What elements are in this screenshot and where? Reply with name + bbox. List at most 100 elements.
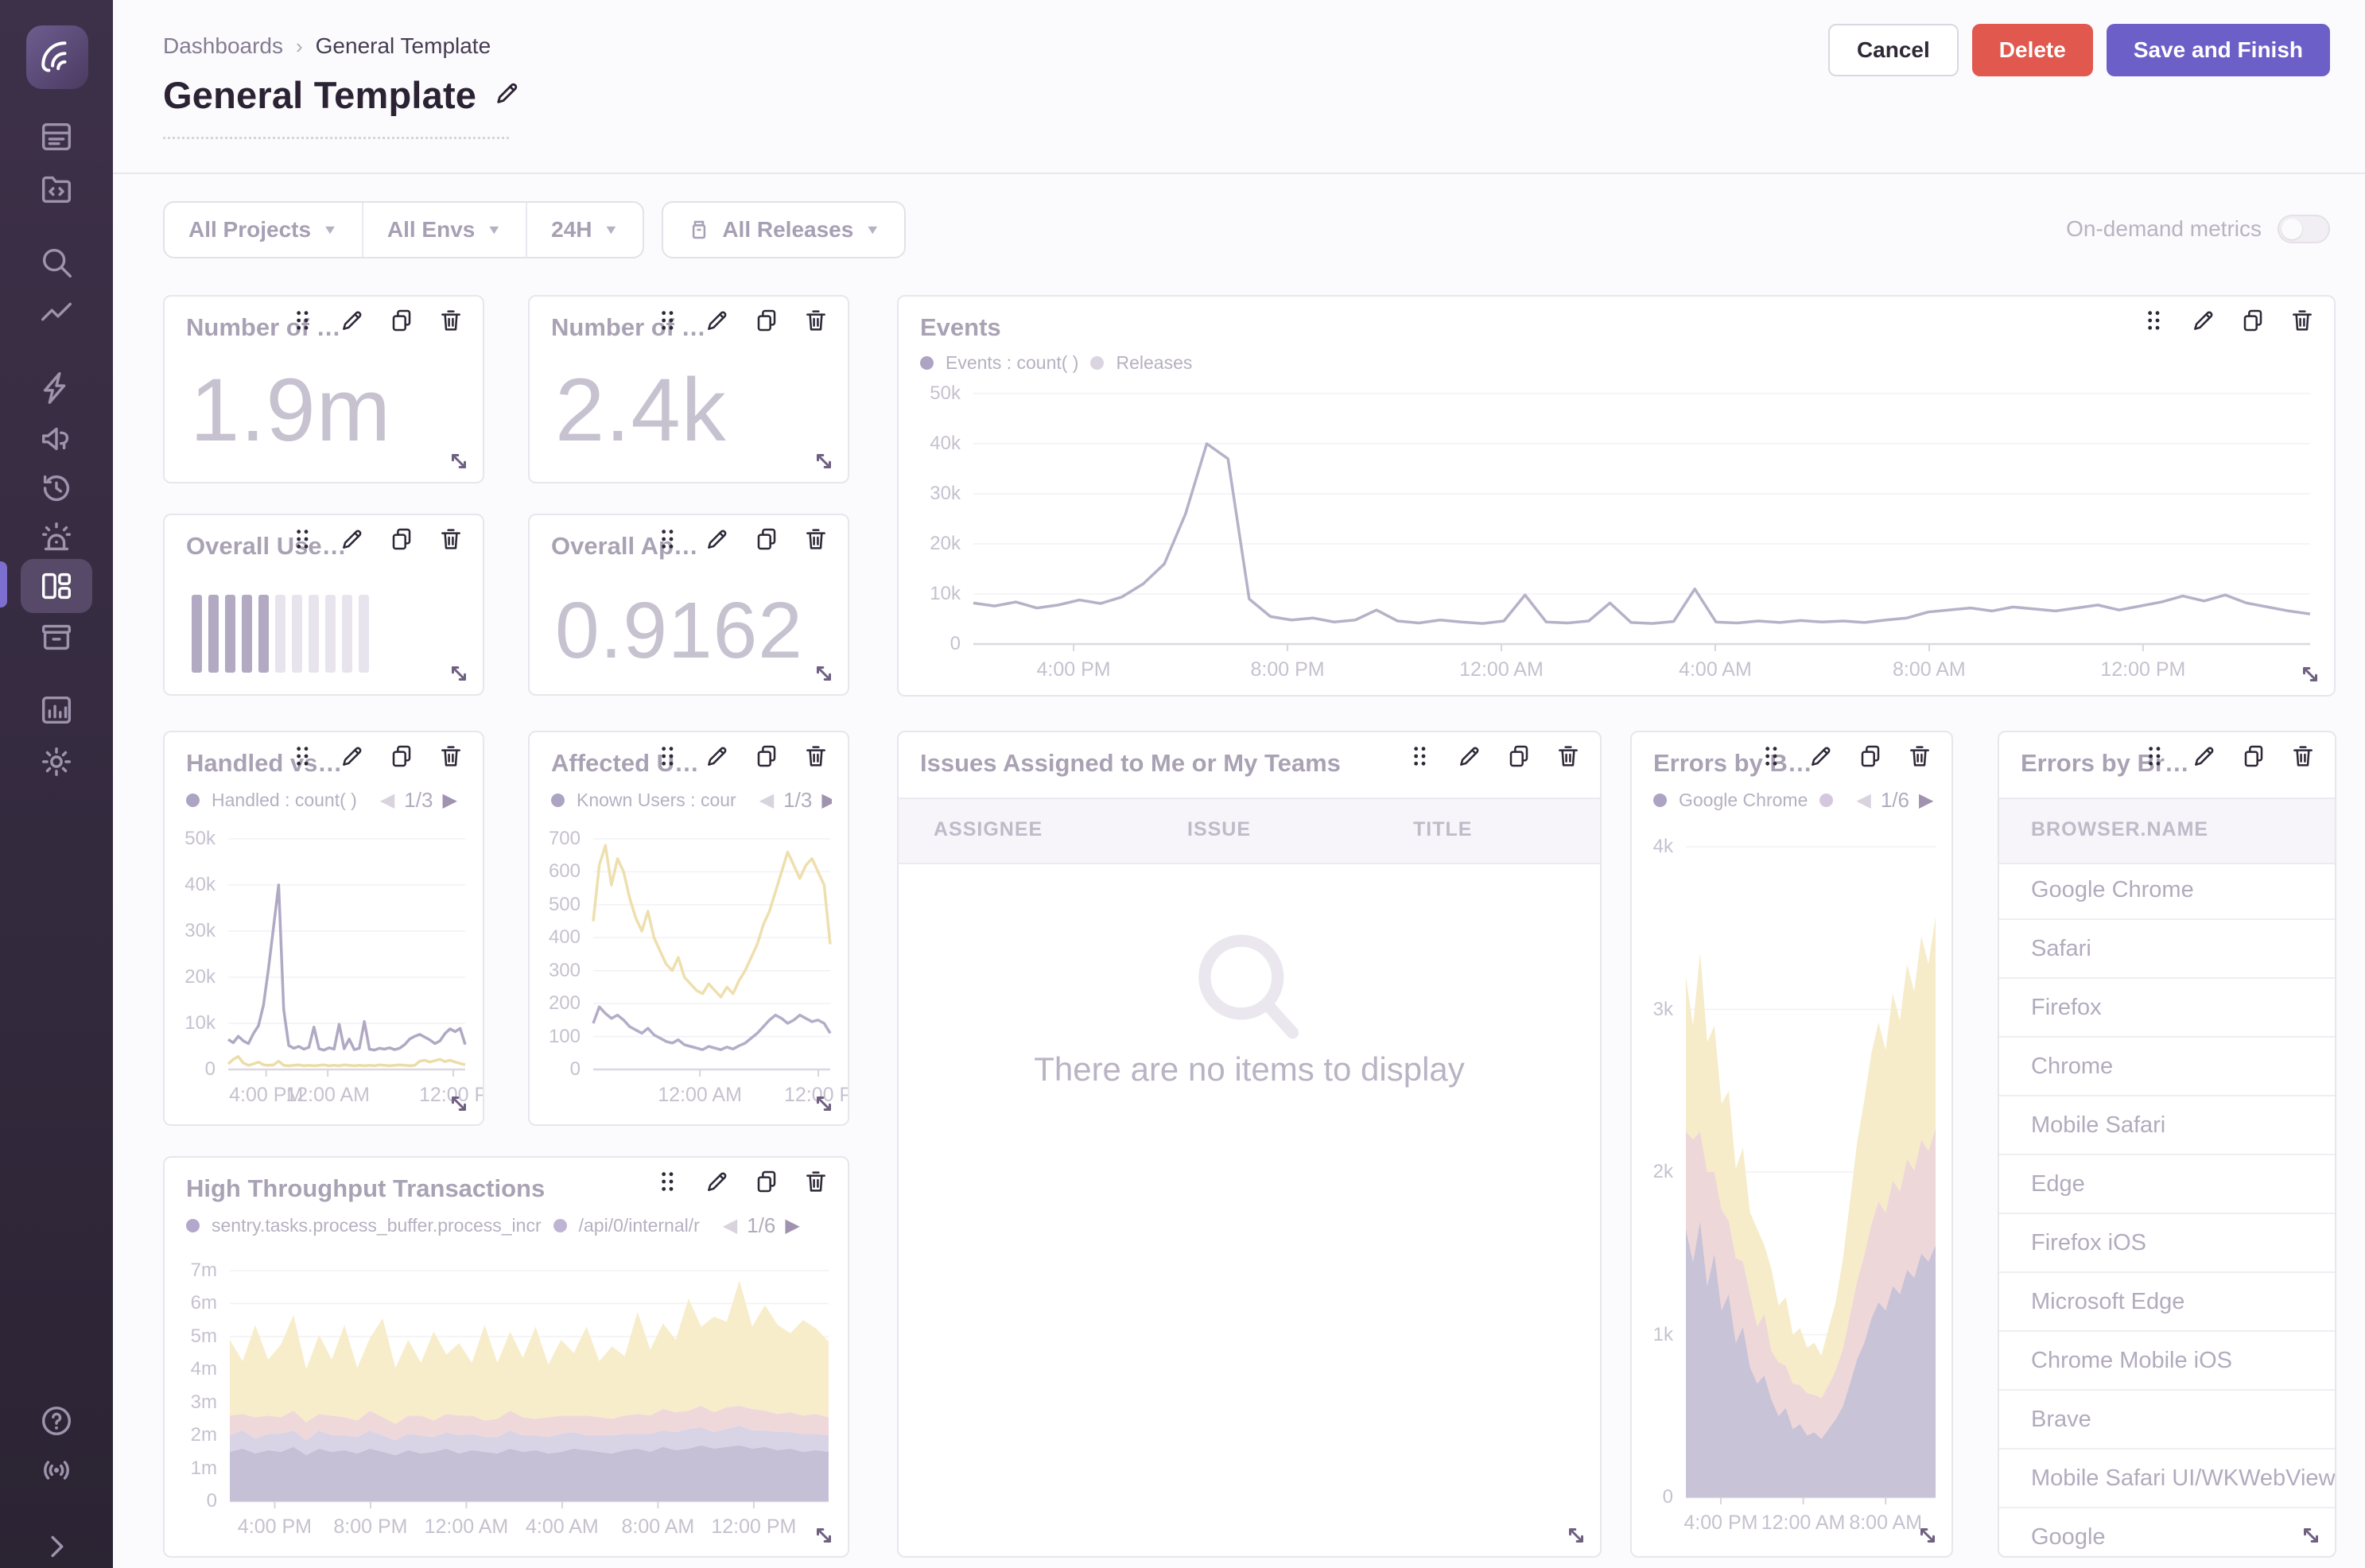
duplicate-widget-icon[interactable]: [754, 1169, 779, 1194]
delete-widget-icon[interactable]: [438, 743, 464, 769]
pager-prev-icon[interactable]: ◀: [723, 1214, 737, 1237]
duplicate-widget-icon[interactable]: [389, 743, 414, 769]
edit-widget-icon[interactable]: [1808, 743, 1834, 769]
sidebar-item-feedback[interactable]: [34, 416, 79, 460]
resize-handle-icon[interactable]: [810, 659, 838, 688]
duplicate-widget-icon[interactable]: [1506, 743, 1532, 769]
resize-handle-icon[interactable]: [810, 447, 838, 475]
drag-handle-icon[interactable]: [1408, 743, 1433, 769]
edit-widget-icon[interactable]: [340, 743, 365, 769]
edit-widget-icon[interactable]: [2192, 743, 2217, 769]
widget-errors-by-browser-table: Errors by Browser BROWSER.NAME Google Ch…: [1998, 731, 2336, 1558]
delete-widget-icon[interactable]: [1907, 743, 1932, 769]
edit-widget-icon[interactable]: [2191, 308, 2216, 333]
resize-handle-icon[interactable]: [445, 447, 473, 475]
drag-handle-icon[interactable]: [290, 526, 316, 552]
drag-handle-icon[interactable]: [2142, 308, 2167, 333]
collapse-sidebar-icon[interactable]: [34, 1524, 79, 1568]
chevron-down-icon: ▼: [486, 223, 502, 237]
duplicate-widget-icon[interactable]: [1858, 743, 1883, 769]
pager-next-icon[interactable]: ▶: [785, 1214, 799, 1237]
sidebar-item-alerts[interactable]: [34, 515, 79, 560]
drag-handle-icon[interactable]: [2142, 743, 2168, 769]
edit-widget-icon[interactable]: [705, 526, 730, 552]
pager-next-icon[interactable]: ▶: [1919, 789, 1933, 812]
sentry-logo[interactable]: [26, 25, 88, 89]
delete-widget-icon[interactable]: [2290, 743, 2316, 769]
drag-handle-icon[interactable]: [655, 526, 681, 552]
resize-handle-icon[interactable]: [445, 1089, 473, 1118]
sidebar-item-performance[interactable]: [34, 291, 79, 336]
widget-toolbar: [655, 743, 829, 769]
resize-handle-icon[interactable]: [2296, 660, 2324, 689]
browser-rows-list: Google ChromeSafariFirefoxChromeMobile S…: [1999, 861, 2335, 1558]
projects-filter[interactable]: All Projects▼: [165, 203, 362, 257]
sidebar-item-stats[interactable]: [34, 688, 79, 732]
save-and-finish-button[interactable]: Save and Finish: [2107, 24, 2330, 76]
pager-prev-icon[interactable]: ◀: [380, 789, 394, 812]
sidebar-item-dashboards[interactable]: [21, 559, 92, 613]
drag-handle-icon[interactable]: [655, 308, 681, 333]
delete-widget-icon[interactable]: [803, 743, 829, 769]
duplicate-widget-icon[interactable]: [389, 526, 414, 552]
edit-widget-icon[interactable]: [705, 308, 730, 333]
pager-prev-icon[interactable]: ◀: [759, 789, 774, 812]
delete-button[interactable]: Delete: [1972, 24, 2093, 76]
affected-users-line-chart: 010020030040050060070012:00 AM12:00 P: [534, 829, 846, 1116]
sidebar-item-starfish[interactable]: [34, 366, 79, 410]
drag-handle-icon[interactable]: [1759, 743, 1784, 769]
delete-widget-icon[interactable]: [438, 526, 464, 552]
sidebar-item-replays[interactable]: [34, 466, 79, 510]
browser-table-row: Google: [1999, 1508, 2335, 1558]
sidebar-item-discover[interactable]: [34, 615, 79, 659]
pager-next-icon[interactable]: ▶: [442, 789, 456, 812]
edit-widget-icon[interactable]: [340, 308, 365, 333]
edit-widget-icon[interactable]: [705, 1169, 730, 1194]
date-range-filter[interactable]: 24H▼: [526, 203, 643, 257]
drag-handle-icon[interactable]: [290, 743, 316, 769]
widget-high-throughput-transactions: High Throughput Transactions sentry.task…: [163, 1156, 849, 1558]
duplicate-widget-icon[interactable]: [389, 308, 414, 333]
edit-widget-icon[interactable]: [705, 743, 730, 769]
resize-handle-icon[interactable]: [810, 1089, 838, 1118]
breadcrumb: Dashboards › General Template: [163, 33, 491, 59]
duplicate-widget-icon[interactable]: [754, 308, 779, 333]
delete-widget-icon[interactable]: [803, 1169, 829, 1194]
breadcrumb-dashboards[interactable]: Dashboards: [163, 33, 283, 59]
pager-prev-icon[interactable]: ◀: [1856, 789, 1870, 812]
delete-widget-icon[interactable]: [2289, 308, 2315, 333]
duplicate-widget-icon[interactable]: [754, 526, 779, 552]
delete-widget-icon[interactable]: [438, 308, 464, 333]
duplicate-widget-icon[interactable]: [2240, 308, 2266, 333]
resize-handle-icon[interactable]: [445, 659, 473, 688]
delete-widget-icon[interactable]: [803, 308, 829, 333]
drag-handle-icon[interactable]: [290, 308, 316, 333]
edit-widget-icon[interactable]: [340, 526, 365, 552]
whats-new-icon[interactable]: [34, 1448, 79, 1492]
edit-widget-icon[interactable]: [1457, 743, 1482, 769]
pager-next-icon[interactable]: ▶: [821, 789, 832, 812]
big-number-value: 2.4k: [555, 359, 727, 461]
delete-widget-icon[interactable]: [1555, 743, 1581, 769]
resize-handle-icon[interactable]: [1913, 1521, 1942, 1550]
duplicate-widget-icon[interactable]: [754, 743, 779, 769]
environments-filter[interactable]: All Envs▼: [362, 203, 526, 257]
delete-widget-icon[interactable]: [803, 526, 829, 552]
resize-handle-icon[interactable]: [2297, 1521, 2325, 1550]
header-divider: [113, 173, 2365, 174]
help-icon[interactable]: [34, 1399, 79, 1443]
sidebar-item-settings[interactable]: [34, 739, 79, 784]
cancel-button[interactable]: Cancel: [1828, 24, 1959, 76]
duplicate-widget-icon[interactable]: [2241, 743, 2266, 769]
pager-count: 1/3: [404, 788, 433, 813]
sidebar-item-search[interactable]: [34, 240, 79, 285]
drag-handle-icon[interactable]: [655, 1169, 681, 1194]
resize-handle-icon[interactable]: [810, 1521, 838, 1550]
ondemand-metrics-toggle[interactable]: [2278, 215, 2330, 243]
sidebar-item-projects[interactable]: [34, 166, 79, 211]
drag-handle-icon[interactable]: [655, 743, 681, 769]
sidebar-item-issues[interactable]: [34, 114, 79, 159]
edit-title-icon[interactable]: [494, 80, 521, 111]
resize-handle-icon[interactable]: [1562, 1521, 1590, 1550]
releases-filter[interactable]: All Releases▼: [663, 203, 904, 257]
